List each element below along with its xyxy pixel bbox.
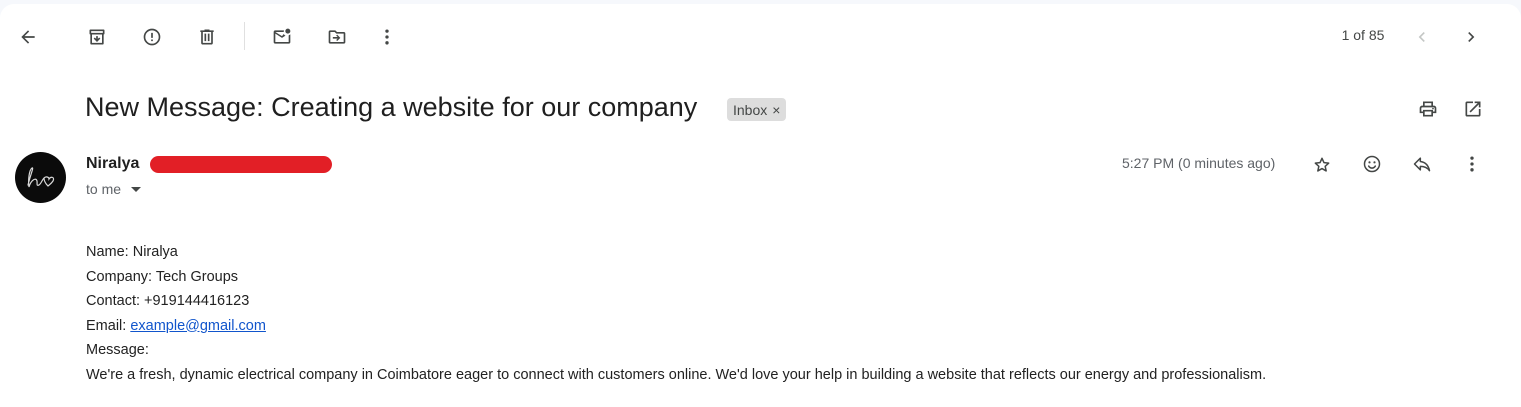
print-icon bbox=[1419, 101, 1437, 117]
pager-count: 1 of 85 bbox=[1341, 27, 1385, 43]
body-contact-line: Contact: +919144416123 bbox=[86, 293, 250, 309]
open-new-window-button[interactable] bbox=[1453, 89, 1493, 129]
more-vert-icon bbox=[1470, 156, 1474, 172]
newer-button[interactable] bbox=[1402, 17, 1442, 57]
recipient-text: to me bbox=[86, 181, 122, 197]
star-button[interactable] bbox=[1302, 145, 1342, 185]
caret-down-icon bbox=[131, 186, 142, 192]
reply-icon bbox=[1413, 157, 1431, 172]
email-timestamp: 5:27 PM (0 minutes ago) bbox=[1122, 155, 1276, 171]
archive-icon bbox=[89, 29, 105, 45]
toolbar-divider bbox=[244, 22, 245, 50]
body-email-line: Email: example@gmail.com bbox=[86, 314, 1266, 339]
sender-avatar[interactable] bbox=[15, 152, 66, 203]
body-name-line: Name: Niralya bbox=[86, 244, 178, 260]
email-view: 1 of 85 New Message: Creating a website … bbox=[0, 4, 1521, 407]
report-spam-button[interactable] bbox=[132, 17, 172, 57]
more-vert-icon bbox=[385, 29, 389, 45]
report-spam-icon bbox=[143, 28, 161, 46]
inbox-label-chip[interactable]: Inbox × bbox=[727, 98, 787, 121]
body-message-text: We're a fresh, dynamic electrical compan… bbox=[86, 366, 1267, 383]
message-more-button[interactable] bbox=[1452, 144, 1492, 184]
more-options-button[interactable] bbox=[367, 17, 407, 57]
avatar-logo-icon bbox=[26, 166, 54, 187]
body-email-link[interactable]: example@gmail.com bbox=[130, 318, 266, 334]
star-icon bbox=[1314, 157, 1330, 172]
delete-button[interactable] bbox=[187, 17, 227, 57]
email-body: Name: Niralya Company: Tech Groups Conta… bbox=[86, 240, 1266, 387]
move-to-button[interactable] bbox=[317, 17, 357, 57]
body-company-line: Company: Tech Groups bbox=[86, 268, 239, 285]
older-button[interactable] bbox=[1451, 17, 1491, 57]
body-message-label: Message: bbox=[86, 342, 149, 358]
mark-unread-button[interactable] bbox=[262, 17, 302, 57]
label-text: Inbox bbox=[733, 101, 768, 118]
email-subject: New Message: Creating a website for our … bbox=[85, 92, 698, 122]
mark-unread-icon bbox=[273, 28, 291, 44]
chevron-right-icon bbox=[1468, 32, 1475, 42]
print-button[interactable] bbox=[1408, 89, 1448, 129]
reply-button[interactable] bbox=[1402, 144, 1442, 184]
back-button[interactable] bbox=[8, 17, 48, 57]
emoji-icon bbox=[1363, 155, 1381, 173]
trash-icon bbox=[200, 29, 214, 45]
add-reaction-button[interactable] bbox=[1352, 144, 1392, 184]
recipient-details-toggle[interactable]: to me bbox=[86, 181, 142, 197]
sender-email-redacted bbox=[150, 156, 332, 173]
sender-name: Niralya bbox=[86, 155, 140, 172]
body-email-label: Email: bbox=[86, 317, 131, 334]
chevron-left-icon bbox=[1418, 32, 1425, 42]
open-in-new-icon bbox=[1465, 101, 1481, 117]
move-to-folder-icon bbox=[328, 30, 346, 44]
arrow-back-icon bbox=[21, 30, 35, 44]
archive-button[interactable] bbox=[77, 17, 117, 57]
remove-label-icon[interactable]: × bbox=[772, 102, 780, 118]
